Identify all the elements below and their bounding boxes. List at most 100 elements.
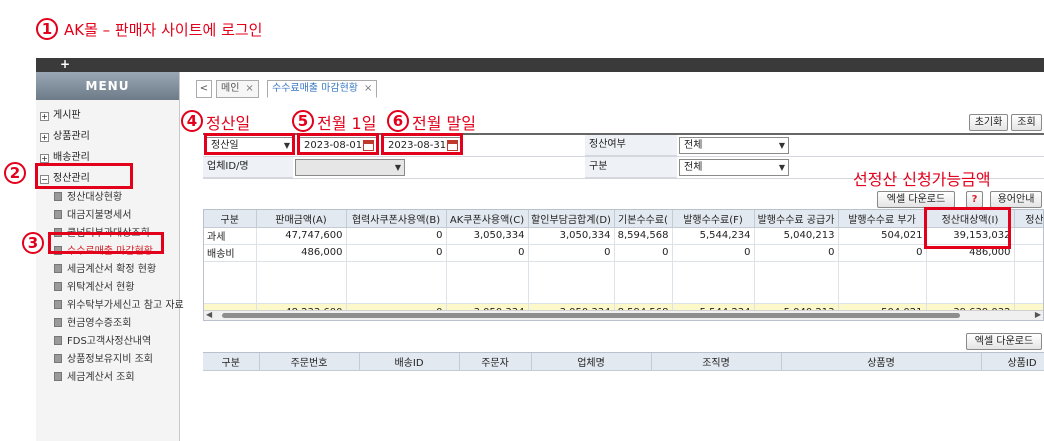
app-topbar: + [36, 58, 1044, 72]
annotation-number-2: 2 [4, 162, 26, 184]
tab-label: 메인 [221, 83, 240, 94]
excel-download-button[interactable]: 엑셀 다운로드 [877, 191, 955, 208]
annotation-number-6: 6 [387, 110, 409, 132]
help-icon[interactable]: ? [966, 191, 983, 208]
table-cell: 과세 [204, 227, 257, 245]
settle-status-label: 정산여부 [585, 135, 677, 156]
document-icon [54, 264, 62, 273]
document-icon [54, 210, 62, 219]
sidebar-subitem[interactable]: 세금계산서 확정 현황 [54, 260, 156, 275]
column-header[interactable]: 기본수수료( [614, 210, 673, 228]
detail-excel-download-button[interactable]: 엑셀 다운로드 [966, 333, 1042, 350]
sidebar-menu-header: MENU [36, 72, 179, 100]
sidebar-subitem[interactable]: 정산대상현황 [54, 188, 122, 203]
sidebar-subitem[interactable]: 위수탁부가세신고 참고 자료 [54, 296, 184, 311]
tab-prev-arrow-icon[interactable]: < [196, 80, 212, 98]
table-cell [1014, 227, 1043, 245]
table-cell: 0 [838, 244, 927, 262]
table-cell: 47,747,600 [256, 227, 347, 245]
table-cell: 0 [346, 227, 447, 245]
highlight-settlement-menu [35, 163, 133, 189]
annotation-month-first-text: 전월 1일 [317, 114, 377, 133]
category-label: 구분 [585, 157, 677, 178]
sidebar-item-shipping[interactable]: + 배송관리 [40, 148, 90, 163]
column-header[interactable]: 판매금액(A) [256, 210, 347, 228]
column-header[interactable]: 주문번호 [259, 353, 360, 371]
reset-button[interactable]: 초기화 [969, 114, 1008, 131]
vendor-select[interactable]: ▼ [295, 159, 405, 176]
column-header[interactable]: 발행수수료 부가 [838, 210, 927, 228]
horizontal-scrollbar[interactable]: ◀ ▶ [204, 310, 1043, 320]
sidebar-subitem[interactable]: 세금계산서 조회 [54, 368, 135, 383]
table-row[interactable]: 배송비 486,000 0 0 0 0 0 0 0 486,000 [204, 244, 1043, 262]
annotation-title-text: AK몰 – 판매자 사이트에 로그인 [64, 20, 263, 39]
tab-main[interactable]: 메인 × [216, 80, 259, 98]
column-header[interactable]: 구분 [204, 210, 257, 228]
expand-plus-icon[interactable]: + [58, 58, 72, 72]
close-icon[interactable]: × [245, 83, 253, 94]
sidebar-subitem[interactable]: 위탁계산서 현황 [54, 278, 135, 293]
column-header[interactable]: 주문자 [459, 353, 532, 371]
table-header-row: 구분 주문번호 배송ID 주문자 업체명 조직명 상품명 상품ID [203, 353, 1044, 371]
sidebar-subitem-label: 위수탁부가세신고 참고 자료 [67, 300, 184, 311]
sidebar-subitem-label: 정산대상현황 [67, 192, 123, 203]
search-button[interactable]: 조회 [1011, 114, 1042, 131]
table-cell [1014, 244, 1043, 262]
column-header[interactable]: 업체명 [531, 353, 652, 371]
expand-plus-icon: + [40, 154, 49, 163]
chevron-down-icon: ▼ [778, 141, 785, 150]
column-header[interactable]: 상품명 [781, 353, 982, 371]
column-header[interactable]: 구분 [203, 353, 260, 371]
expand-plus-icon: + [40, 112, 49, 121]
table-cell: 0 [754, 244, 839, 262]
glossary-button[interactable]: 용어안내 [990, 191, 1042, 208]
highlight-settle-target-amount [924, 207, 1011, 249]
table-cell: 3,050,334 [446, 227, 529, 245]
document-icon [54, 282, 62, 291]
table-cell: 3,050,334 [528, 227, 615, 245]
table-row-empty [204, 261, 1043, 304]
table-cell: 8,594,568 [614, 227, 673, 245]
sidebar-subitem[interactable]: 대금지불명세서 [54, 206, 131, 221]
column-header[interactable]: 발행수수료 공급가 [754, 210, 839, 228]
category-value: 전체 [684, 162, 703, 173]
table-cell: 5,040,213 [754, 227, 839, 245]
column-header[interactable]: 조직명 [651, 353, 782, 371]
annotation-pre-settle-text: 선정산 신청가능금액 [853, 170, 991, 189]
sidebar: MENU + 게시판 + 상품관리 + 배송관리 − 정산관리 정산대상현황 대금지불명… [36, 72, 184, 441]
scroll-left-icon[interactable]: ◀ [206, 310, 212, 319]
table-row[interactable]: 과세 47,747,600 0 3,050,334 3,050,334 8,59… [204, 227, 1043, 245]
scrollbar-thumb[interactable] [222, 313, 960, 318]
column-header[interactable]: 협력사쿠폰사용액(B) [346, 210, 447, 228]
highlight-date-from [297, 133, 379, 155]
sidebar-subitem[interactable]: 현금영수증조회 [54, 314, 131, 329]
tab-fee-sales-close[interactable]: 수수료매출 마감현황 × [267, 80, 378, 98]
highlight-fee-close-menu [48, 232, 164, 254]
document-icon [54, 354, 62, 363]
scroll-right-icon[interactable]: ▶ [1035, 310, 1041, 319]
summary-grid: 구분 판매금액(A) 협력사쿠폰사용액(B) AK쿠폰사용액(C) 할인부담금합… [203, 209, 1044, 321]
sidebar-subitem[interactable]: FDS고객사정산내역 [54, 332, 151, 347]
column-header[interactable]: 할인부담금합계(D) [528, 210, 615, 228]
table-cell: 0 [528, 244, 615, 262]
annotation-number-4: 4 [181, 110, 203, 132]
sidebar-item-label: 배송관리 [53, 152, 90, 163]
close-icon[interactable]: × [364, 83, 372, 94]
settle-status-value: 전체 [684, 140, 703, 151]
settle-status-select[interactable]: 전체 ▼ [679, 137, 789, 154]
sidebar-item-board[interactable]: + 게시판 [40, 106, 81, 121]
highlight-date-to [381, 133, 463, 155]
table-cell: 배송비 [204, 244, 257, 262]
column-header[interactable]: AK쿠폰사용액(C) [446, 210, 529, 228]
document-icon [54, 300, 62, 309]
column-header[interactable]: 정산할 [1014, 210, 1043, 228]
sidebar-subitem[interactable]: 상품정보유지비 조회 [54, 350, 153, 365]
column-header[interactable]: 배송ID [359, 353, 460, 371]
column-header[interactable]: 발행수수료(F) [672, 210, 755, 228]
category-select[interactable]: 전체 ▼ [679, 159, 789, 176]
sidebar-subitem-label: 위탁계산서 현황 [67, 282, 135, 293]
sidebar-subitem-label: 세금계산서 조회 [67, 372, 135, 383]
table-cell: 486,000 [256, 244, 347, 262]
column-header[interactable]: 상품ID [981, 353, 1044, 371]
sidebar-item-products[interactable]: + 상품관리 [40, 127, 90, 142]
